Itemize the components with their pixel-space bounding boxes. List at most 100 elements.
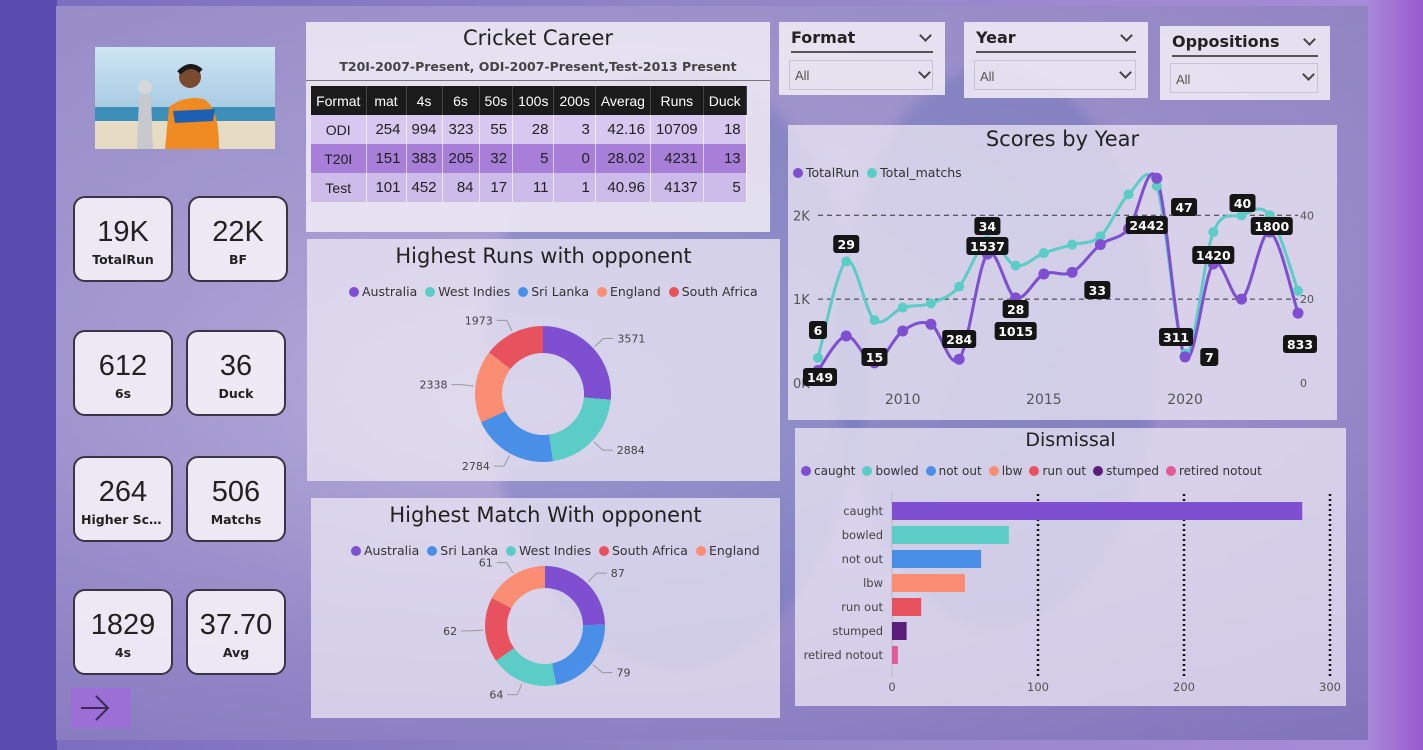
table-cell: 42.16 xyxy=(595,115,651,144)
dismissal-bar-chart[interactable]: caught bowled not out lbw run out stumped reti… xyxy=(795,428,1346,706)
match-data-label: 29 xyxy=(838,237,855,252)
bar[interactable] xyxy=(892,550,982,568)
next-page-button[interactable] xyxy=(71,688,131,728)
chevron-down-icon[interactable] xyxy=(919,29,932,42)
kpi-label: Higher Score xyxy=(81,512,171,527)
legend-label: West Indies xyxy=(519,543,591,558)
column-header[interactable]: Format xyxy=(311,86,367,115)
donut-slice[interactable] xyxy=(545,566,605,626)
legend-item[interactable]: South Africa xyxy=(598,543,688,558)
slicer-value: All xyxy=(980,69,995,84)
run-data-label: 311 xyxy=(1163,330,1189,345)
category-label: not out xyxy=(842,552,884,566)
scores-line-chart[interactable]: 0K 01K 202K 402010 2015 202014915371015284244… xyxy=(788,125,1337,420)
table-row[interactable]: ODI 254 994 323 55 28 3 42.16 10709 18 xyxy=(311,115,747,144)
category-label: lbw xyxy=(863,576,883,590)
legend-label: Sri Lanka xyxy=(531,284,589,299)
slicer-underline xyxy=(791,51,933,53)
career-table: Format mat 4s 6s 50s 100s 200s Averag Ru… xyxy=(311,86,747,202)
donut-slice[interactable] xyxy=(481,411,554,462)
bar[interactable] xyxy=(892,622,907,640)
bar[interactable] xyxy=(892,502,1303,520)
table-cell: 205 xyxy=(442,144,480,173)
kpi-label: 4s xyxy=(114,645,132,660)
leader-line xyxy=(587,572,607,583)
x-tick-label: 100 xyxy=(1027,680,1049,694)
bar[interactable] xyxy=(892,574,965,592)
kpi-value: 506 xyxy=(211,476,261,508)
data-point xyxy=(897,302,908,313)
run-data-label: 149 xyxy=(807,370,833,385)
column-header[interactable]: 6s xyxy=(442,86,480,115)
match-data-label: 15 xyxy=(866,350,883,365)
legend-item[interactable]: South Africa xyxy=(668,284,758,299)
data-point xyxy=(1067,239,1078,250)
donut-slice[interactable] xyxy=(491,566,545,609)
oppositions-dropdown[interactable] xyxy=(1170,63,1318,93)
column-header[interactable]: 4s xyxy=(406,86,443,115)
y2-tick-label: 20 xyxy=(1300,293,1314,306)
donut-slice[interactable] xyxy=(552,624,605,685)
column-header[interactable]: Runs xyxy=(650,86,704,115)
column-header[interactable]: 50s xyxy=(479,86,514,115)
kpi-value: 36 xyxy=(219,350,253,382)
format-dropdown[interactable] xyxy=(789,60,933,90)
bar[interactable] xyxy=(892,526,1009,544)
data-point xyxy=(1123,189,1134,200)
data-label: 64 xyxy=(489,689,503,702)
kpi-label: Avg xyxy=(222,645,250,660)
kpi-label: Duck xyxy=(218,386,254,401)
column-header[interactable]: mat xyxy=(366,86,407,115)
legend-dot xyxy=(506,545,517,556)
x-tick-label: 200 xyxy=(1173,680,1195,694)
legend-item[interactable]: Sri Lanka xyxy=(518,284,589,299)
run-data-label: 1420 xyxy=(1196,248,1231,263)
legend-item[interactable]: West Indies xyxy=(425,284,510,299)
donut-slice[interactable] xyxy=(549,397,611,462)
year-dropdown[interactable] xyxy=(974,60,1136,90)
data-point xyxy=(1292,307,1304,319)
match-data-label: 33 xyxy=(1089,283,1106,298)
data-point xyxy=(869,315,880,326)
dismissal-panel: Dismissal caught bowled not out lbw run … xyxy=(795,428,1346,706)
arrow-right-icon xyxy=(81,695,110,721)
column-header[interactable]: 100s xyxy=(512,86,555,115)
legend-item[interactable]: Sri Lanka xyxy=(427,543,498,558)
kpi-label: Matchs xyxy=(210,512,262,527)
leader-line xyxy=(594,338,614,348)
column-header[interactable]: Averag xyxy=(595,86,651,115)
run-data-label: 1800 xyxy=(1254,219,1289,234)
legend-item[interactable]: England xyxy=(695,543,760,558)
chevron-down-icon[interactable] xyxy=(1303,33,1316,46)
scores-panel: Scores by Year TotalRun Total_matchs 0K 0… xyxy=(788,125,1337,420)
match-data-label: 47 xyxy=(1175,200,1192,215)
kpi-value: 37.70 xyxy=(199,609,273,641)
slicer-title: Year xyxy=(976,28,1016,47)
table-row[interactable]: Test 101 452 84 17 11 1 40.96 4137 5 xyxy=(311,173,747,202)
legend-item[interactable]: Australia xyxy=(349,284,417,299)
bar[interactable] xyxy=(892,646,898,664)
runs-donut-chart[interactable]: 3571 2884 2784 2338 1973 xyxy=(307,301,780,481)
table-cell: 323 xyxy=(442,115,480,144)
table-cell: 84 xyxy=(442,173,480,202)
table-cell: Test xyxy=(311,173,367,202)
bar[interactable] xyxy=(892,598,922,616)
x-tick-label: 0 xyxy=(888,680,895,694)
legend-item[interactable]: England xyxy=(596,284,661,299)
table-cell: ODI xyxy=(311,115,367,144)
match-donut-chart[interactable]: 87 79 64 62 61 xyxy=(311,558,780,718)
chevron-down-icon[interactable] xyxy=(1120,29,1133,42)
column-header[interactable]: Duck xyxy=(703,86,747,115)
legend-dot xyxy=(598,545,609,556)
donut-slice[interactable] xyxy=(543,326,611,400)
column-header[interactable]: 200s xyxy=(553,86,596,115)
slicer-underline xyxy=(976,51,1136,53)
run-data-label: 2442 xyxy=(1129,218,1164,233)
data-point xyxy=(1179,351,1191,363)
year-slicer[interactable]: Year All xyxy=(964,22,1148,98)
table-row[interactable]: T20I 151 383 205 32 5 0 28.02 4231 13 xyxy=(311,144,747,173)
legend-item[interactable]: Australia xyxy=(351,543,419,558)
legend-item[interactable]: West Indies xyxy=(506,543,591,558)
format-slicer[interactable]: Format All xyxy=(779,22,945,95)
oppositions-slicer[interactable]: Oppositions All xyxy=(1160,26,1330,100)
